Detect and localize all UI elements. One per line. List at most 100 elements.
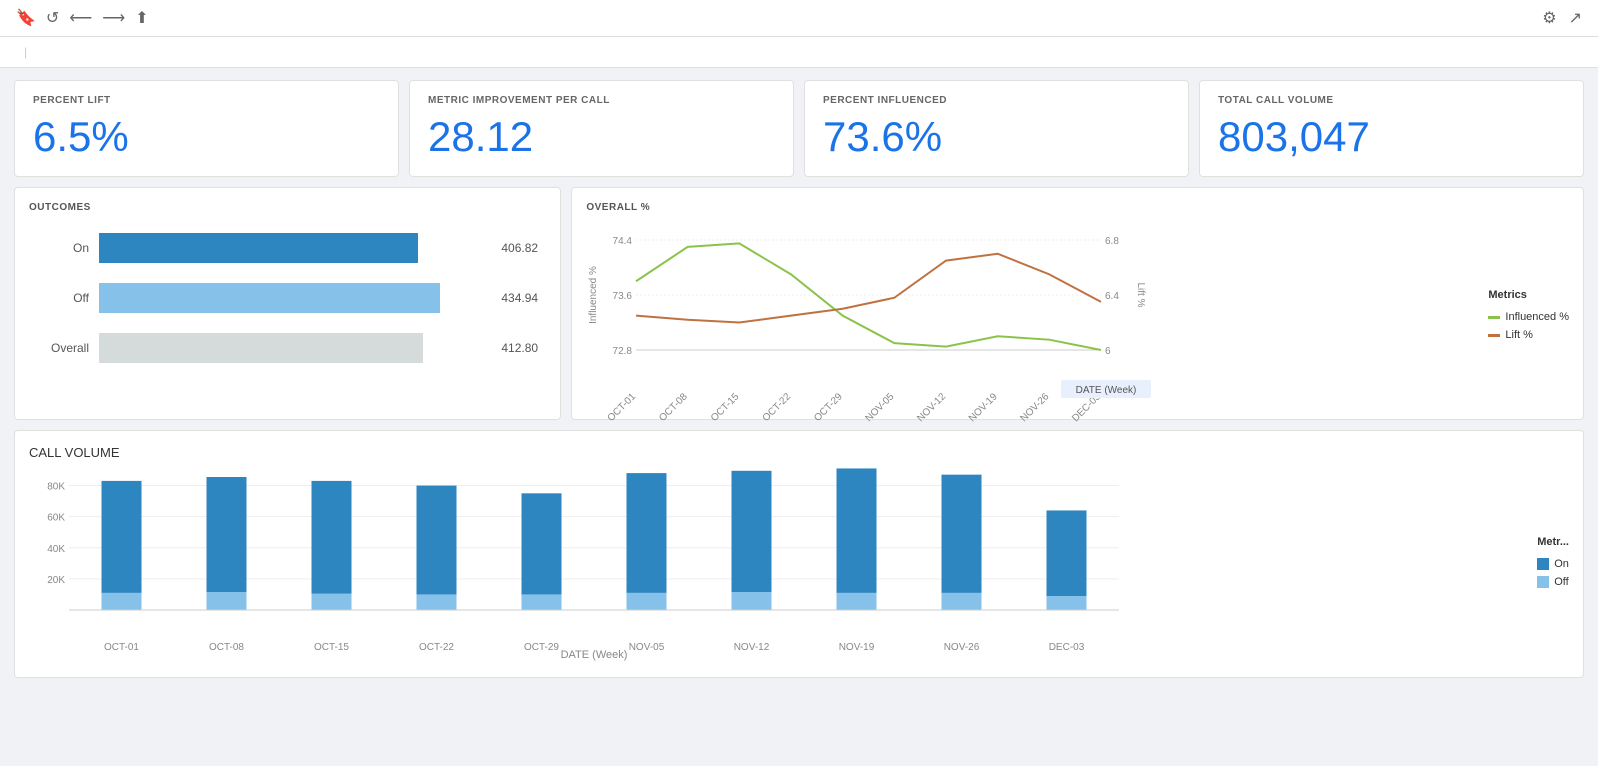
- callvol-bar-off: [837, 593, 877, 610]
- callvol-y-tick: 60K: [47, 513, 65, 524]
- callvol-bar-off: [102, 593, 142, 610]
- middle-row: OUTCOMES On 406.82 Off 434.94 Overall 41…: [14, 187, 1584, 420]
- filter-divider: |: [24, 45, 27, 59]
- outcomes-title: OUTCOMES: [29, 202, 546, 213]
- influenced-line: [636, 243, 1101, 350]
- callvol-x-tick: OCT-01: [104, 642, 139, 653]
- date-week-label: DATE (Week): [1076, 385, 1137, 396]
- outcomes-card: OUTCOMES On 406.82 Off 434.94 Overall 41…: [14, 187, 561, 420]
- kpi-metric-improvement-value: 28.12: [428, 116, 775, 158]
- y-right-tick: 6.4: [1105, 291, 1119, 302]
- callvol-x-tick: NOV-05: [629, 642, 665, 653]
- x-tick: NOV-26: [1019, 391, 1052, 424]
- x-tick: NOV-05: [864, 391, 897, 424]
- overall-pct-title: OVERALL %: [586, 202, 1569, 213]
- bar-track: [99, 283, 491, 313]
- callvol-bar-off: [207, 592, 247, 610]
- toolbar: 🔖 ↺ ⟵ ⟶ ⬆ ⚙ ↗: [0, 0, 1598, 37]
- overall-chart-area: 72.873.674.466.46.8OCT-01OCT-08OCT-15OCT…: [586, 225, 1569, 405]
- callvol-bar-on: [522, 493, 562, 594]
- callvol-bar-off: [522, 594, 562, 610]
- off-legend-dot: [1537, 576, 1549, 588]
- callvol-y-tick: 80K: [47, 482, 65, 493]
- callvol-bar-on: [417, 486, 457, 595]
- call-volume-card: CALL VOLUME 20K40K60K80KOCT-01OCT-08OCT-…: [14, 430, 1584, 678]
- callvol-x-tick: NOV-12: [734, 642, 770, 653]
- bar-fill: [99, 283, 440, 313]
- bar-label: Off: [39, 291, 89, 305]
- legend-influenced: Influenced %: [1488, 311, 1569, 323]
- x-tick: OCT-29: [813, 391, 846, 424]
- callvol-inner: 20K40K60K80KOCT-01OCT-08OCT-15OCT-22OCT-…: [29, 460, 1569, 663]
- legend-lift: Lift %: [1488, 329, 1569, 341]
- kpi-total-call-volume-value: 803,047: [1218, 116, 1565, 158]
- bookmark-icon[interactable]: 🔖: [16, 8, 36, 28]
- y-left-tick: 72.8: [613, 346, 633, 357]
- callvol-x-tick: NOV-19: [839, 642, 875, 653]
- call-volume-title: CALL VOLUME: [29, 445, 1569, 460]
- callvol-legend-title: Metr...: [1537, 536, 1569, 548]
- undo-icon[interactable]: ⟵: [69, 8, 92, 28]
- bar-value: 434.94: [501, 291, 546, 305]
- off-legend-label: Off: [1554, 576, 1568, 588]
- redo-icon[interactable]: ⟶: [102, 8, 125, 28]
- bar-label: On: [39, 241, 89, 255]
- bar-track: [99, 333, 491, 363]
- kpi-percent-influenced: PERCENT INFLUENCED 73.6%: [804, 80, 1189, 177]
- overall-legend: Metrics Influenced % Lift %: [1488, 225, 1569, 405]
- callvol-bar-on: [942, 475, 982, 593]
- kpi-metric-improvement-title: METRIC IMPROVEMENT PER CALL: [428, 95, 775, 106]
- callvol-chart: 20K40K60K80KOCT-01OCT-08OCT-15OCT-22OCT-…: [29, 460, 1523, 663]
- callvol-bar-off: [732, 592, 772, 610]
- bar-row-overall: Overall 412.80: [39, 333, 546, 363]
- kpi-total-call-volume: TOTAL CALL VOLUME 803,047: [1199, 80, 1584, 177]
- callvol-bar-on: [207, 477, 247, 592]
- callvol-bar-off: [312, 594, 352, 610]
- callvol-y-tick: 40K: [47, 544, 65, 555]
- on-legend-label: On: [1554, 558, 1569, 570]
- history-icon[interactable]: ↺: [46, 8, 59, 28]
- kpi-percent-influenced-title: PERCENT INFLUENCED: [823, 95, 1170, 106]
- callvol-legend-off: Off: [1537, 576, 1569, 588]
- callvol-bar-on: [1047, 510, 1087, 596]
- bar-label: Overall: [39, 341, 89, 355]
- callvol-legend-on: On: [1537, 558, 1569, 570]
- kpi-percent-lift: PERCENT LIFT 6.5%: [14, 80, 399, 177]
- kpi-total-call-volume-title: TOTAL CALL VOLUME: [1218, 95, 1565, 106]
- callvol-y-tick: 20K: [47, 575, 65, 586]
- kpi-percent-lift-title: PERCENT LIFT: [33, 95, 380, 106]
- callvol-bar-on: [312, 481, 352, 594]
- bar-value: 412.80: [501, 341, 546, 355]
- callvol-bar-on: [627, 473, 667, 593]
- callvol-bar-on: [837, 468, 877, 592]
- influenced-legend-label: Influenced %: [1505, 311, 1569, 323]
- share-icon[interactable]: ⬆: [135, 8, 148, 28]
- x-tick: NOV-19: [967, 391, 1000, 424]
- callvol-bar-on: [102, 481, 142, 593]
- callvol-x-tick: OCT-08: [209, 642, 244, 653]
- callvol-x-tick: DEC-03: [1049, 642, 1085, 653]
- lift-legend-label: Lift %: [1505, 329, 1533, 341]
- x-tick: NOV-12: [916, 391, 949, 424]
- x-tick: OCT-22: [761, 391, 794, 424]
- callvol-legend: Metr... On Off: [1533, 460, 1569, 663]
- kpi-metric-improvement: METRIC IMPROVEMENT PER CALL 28.12: [409, 80, 794, 177]
- overall-svg: 72.873.674.466.46.8OCT-01OCT-08OCT-15OCT…: [586, 225, 1146, 405]
- callvol-bar-off: [942, 593, 982, 610]
- callvol-bar-on: [732, 471, 772, 592]
- lift-legend-dot: [1488, 334, 1500, 337]
- toolbar-left-icons: 🔖 ↺ ⟵ ⟶ ⬆: [16, 8, 149, 28]
- export-icon[interactable]: ↗: [1569, 8, 1582, 28]
- y-left-tick: 74.4: [613, 236, 633, 247]
- y-right-tick: 6.8: [1105, 236, 1119, 247]
- callvol-x-tick: NOV-26: [944, 642, 980, 653]
- outcomes-chart: On 406.82 Off 434.94 Overall 412.80: [29, 225, 546, 363]
- overall-pct-card: OVERALL % 72.873.674.466.46.8OCT-01OCT-0…: [571, 187, 1584, 420]
- x-tick: OCT-08: [658, 391, 691, 424]
- filter-bar: |: [0, 37, 1598, 68]
- y-left-label: Influenced %: [588, 266, 599, 324]
- line-chart-container: 72.873.674.466.46.8OCT-01OCT-08OCT-15OCT…: [586, 225, 1480, 405]
- callvol-svg: 20K40K60K80KOCT-01OCT-08OCT-15OCT-22OCT-…: [29, 460, 1129, 660]
- callvol-x-label: DATE (Week): [561, 649, 628, 661]
- filter-icon[interactable]: ⚙: [1542, 8, 1556, 28]
